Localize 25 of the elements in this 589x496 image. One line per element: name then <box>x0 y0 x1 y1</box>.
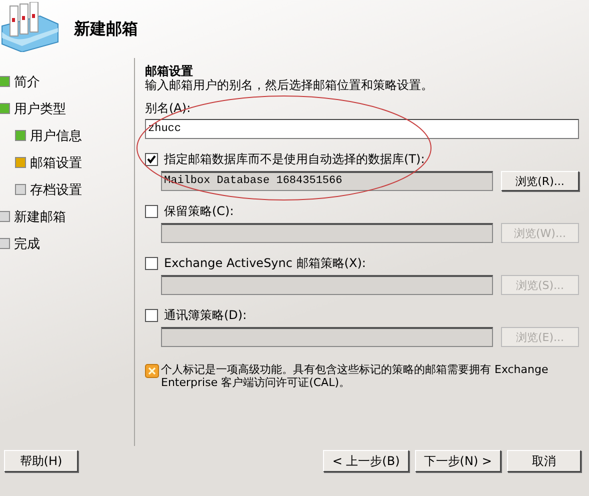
wizard-step: 存档设置 <box>30 180 82 198</box>
section-description: 输入邮箱用户的别名，然后选择邮箱位置和策略设置。 <box>145 78 434 92</box>
note-text: 个人标记是一项高级功能。具有包含这些标记的策略的邮箱需要拥有 Exchange Enterprise 客户端访问许可证(CAL)。 <box>161 363 550 389</box>
wizard-step: 完成 <box>14 234 40 252</box>
wizard-step: 用户信息 <box>30 126 82 144</box>
wizard-title: 新建邮箱 <box>74 18 138 40</box>
section-heading: 邮箱设置 <box>145 64 194 78</box>
wizard-step: 邮箱设置 <box>30 154 82 172</box>
cancel-button[interactable]: 取消 <box>507 450 581 472</box>
wizard-step: 简介 <box>14 72 40 90</box>
mailbox-tray-icon <box>0 2 60 52</box>
option-label: 保留策略(C): <box>164 202 234 220</box>
wizard-step: 用户类型 <box>14 100 66 118</box>
option-label: 指定邮箱数据库而不是使用自动选择的数据库(T): <box>164 150 425 168</box>
help-button[interactable]: 帮助(H) <box>4 450 78 472</box>
warning-icon <box>145 364 159 378</box>
wizard-step: 新建邮箱 <box>14 208 66 226</box>
next-button[interactable]: 下一步(N) > <box>414 450 501 472</box>
checkbox[interactable] <box>145 152 158 166</box>
option-label: Exchange ActiveSync 邮箱策略(X): <box>164 254 366 272</box>
browse-button[interactable]: 浏览(R)... <box>501 171 579 191</box>
alias-label: 别名(A): <box>145 100 192 117</box>
back-button[interactable]: < 上一步(B) <box>323 450 409 472</box>
alias-field[interactable]: zhucc <box>145 119 579 139</box>
option-label: 通讯簿策略(D): <box>164 306 247 324</box>
